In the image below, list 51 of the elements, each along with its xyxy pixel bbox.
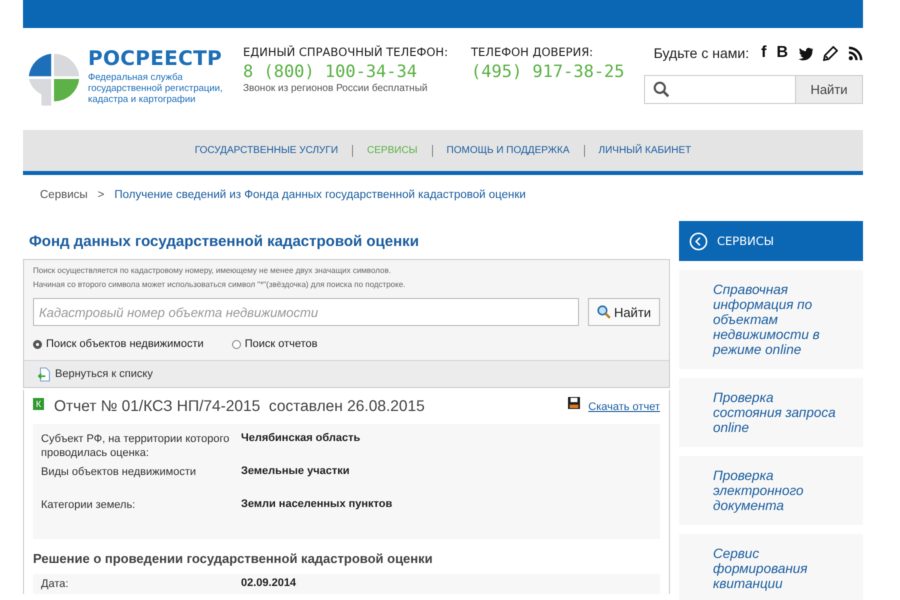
social-label: Будьте с нами: <box>654 45 750 61</box>
sidebar-title: СЕРВИСЫ <box>717 234 774 248</box>
decision-heading: Решение о проведении государственной кадастровой оценки <box>33 551 434 566</box>
search-field[interactable] <box>644 75 795 104</box>
report-badge: К <box>33 398 44 410</box>
trust-line-number: (495) 917-38-25 <box>471 62 626 82</box>
search-mode-radio[interactable]: Поиск объектов недвижимости <box>33 338 204 350</box>
sidebar-link[interactable]: Сервис формирования квитанции <box>679 534 863 600</box>
search-hint: Поиск осуществляется по кадастровому номеру, имеющему не менее двух значащих символов. <box>32 265 392 277</box>
search-button[interactable]: Найти <box>795 75 863 104</box>
nav-link[interactable]: ЛИЧНЫЙ КАБИНЕТ <box>598 145 692 156</box>
nav-link[interactable]: ПОМОЩЬ И ПОДДЕРЖКА <box>446 145 570 156</box>
detail-label: Субъект РФ, на территории которого проводилась оценка: <box>41 432 230 461</box>
search-mode-radio[interactable]: Поиск отчетов <box>232 338 318 350</box>
social-link[interactable]: В <box>776 44 788 62</box>
cadastral-number-input[interactable]: Кадастровый номер объекта недвижимости <box>33 298 579 326</box>
detail-value: Земли населенных пунктов <box>241 498 392 512</box>
find-button[interactable]: Найти <box>588 298 660 326</box>
detail-label: Категории земель: <box>41 498 136 513</box>
brand-subtitle: Федеральная служба государственной регистрации, кадастра и картографии <box>88 72 224 105</box>
detail-value: Земельные участки <box>241 465 350 479</box>
report-title: Отчет № 01/КСЗ НП/74-2015 составлен 26.08.2015 <box>54 398 426 416</box>
search-hint: Начиная со второго символа может использоваться символ "*"(звёздочка) для поиска по подстроке. <box>32 279 406 291</box>
sidebar-link[interactable]: Справочная информация по объектам недвижимости в режиме online <box>679 270 863 369</box>
sidebar-link[interactable]: Проверка электронного документа <box>679 456 863 525</box>
hotline-note: Звонок из регионов России бесплатный <box>243 83 428 94</box>
sidebar-link[interactable]: Проверка состояния запроса online <box>679 378 863 447</box>
magnifier-icon <box>596 305 611 319</box>
hotline-number: 8 (800) 100-34-34 <box>243 62 418 82</box>
breadcrumb-link[interactable]: Сервисы <box>40 189 88 211</box>
document-arrow-icon <box>38 366 51 382</box>
sidebar-header[interactable]: СЕРВИСЫ <box>679 221 863 261</box>
trust-line-label: ТЕЛЕФОН ДОВЕРИЯ: <box>471 45 594 59</box>
bird-icon[interactable] <box>798 46 813 60</box>
page-title: Фонд данных государственной кадастровой оценки <box>29 233 420 250</box>
detail-label: Виды объектов недвижимости <box>41 465 197 480</box>
hotline-label: ЕДИНЫЙ СПРАВОЧНЫЙ ТЕЛЕФОН: <box>243 45 449 59</box>
download-report-link[interactable]: Скачать отчет <box>588 401 660 413</box>
back-to-list-link[interactable]: Вернуться к списку <box>38 366 153 382</box>
rss-icon[interactable] <box>848 46 863 60</box>
brand-name: РОСРЕЕСТР <box>88 46 223 70</box>
detail-value: 02.09.2014 <box>241 577 296 591</box>
breadcrumb-current[interactable]: Получение сведений из Фонда данных государственной кадастровой оценки <box>114 189 526 211</box>
search-icon <box>653 81 670 98</box>
social-link[interactable]: f <box>761 44 766 62</box>
pencil-icon[interactable] <box>823 46 838 60</box>
back-circle-icon <box>689 232 708 250</box>
nav-link[interactable]: ГОСУДАРСТВЕННЫЕ УСЛУГИ <box>194 145 338 156</box>
detail-value: Челябинская область <box>241 432 360 446</box>
detail-label: Дата: <box>41 577 70 591</box>
breadcrumb-separator: > <box>98 189 104 203</box>
